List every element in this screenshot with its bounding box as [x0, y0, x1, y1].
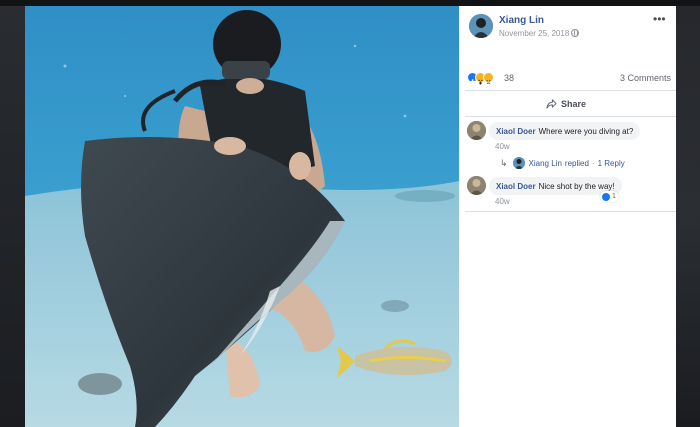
reaction-icons[interactable] [467, 72, 507, 85]
reaction-count[interactable]: 38 [504, 73, 514, 83]
reply-count[interactable]: 1 Reply [598, 159, 625, 168]
post-side-panel [459, 6, 676, 427]
underwater-photo-illustration [25, 6, 459, 427]
sad-face-glyph [486, 80, 491, 84]
reply-author-avatar [512, 157, 525, 169]
comments-count-link[interactable]: 3 Comments [620, 73, 671, 83]
commenter-avatar-image [467, 176, 486, 195]
reply-arrow-icon: ↳ [500, 157, 508, 168]
author-avatar-image [469, 14, 493, 38]
share-label: Share [561, 99, 587, 109]
globe-icon [571, 29, 579, 37]
comment-time[interactable]: 40w [495, 142, 510, 151]
author-name[interactable]: Xiang Lin [499, 15, 544, 26]
author-avatar[interactable] [469, 14, 493, 38]
post-date-text[interactable]: November 25, 2018 [499, 29, 569, 38]
more-options-icon[interactable]: ••• [653, 12, 666, 26]
share-arrow-icon [546, 99, 557, 109]
comment-like-badge[interactable]: 1 [600, 191, 619, 202]
comment-like-count: 1 [612, 193, 616, 200]
backdrop-left-edge [0, 0, 25, 427]
post-photo[interactable] [25, 6, 459, 427]
comment-bubble: Xiaol Doer Where were you diving at? [489, 122, 641, 140]
reactions-divider [465, 90, 676, 91]
comments-end-divider [465, 211, 676, 212]
replies-link[interactable]: ↳ Xiang Lin replied · 1 Reply [500, 157, 625, 169]
actions-divider [465, 116, 676, 117]
reply-separator: · [591, 158, 595, 168]
like-icon [602, 192, 610, 201]
reply-avatar-image [512, 157, 525, 169]
comment-text: Nice shot by the way! [538, 181, 615, 191]
commenter-avatar[interactable] [467, 121, 486, 140]
commenter-avatar[interactable] [467, 176, 486, 195]
post-date[interactable]: November 25, 2018 · [499, 29, 574, 38]
sad-icon [483, 72, 494, 84]
comment-text: Where were you diving at? [538, 126, 634, 136]
reply-action: replied [564, 158, 589, 168]
comment-author[interactable]: Xiaol Doer [496, 182, 536, 191]
backdrop-right-edge [676, 0, 700, 427]
comment-author[interactable]: Xiaol Doer [496, 127, 536, 136]
share-button[interactable]: Share [546, 97, 586, 111]
comment-time[interactable]: 40w [495, 197, 510, 206]
reply-author[interactable]: Xiang Lin [529, 159, 562, 168]
commenter-avatar-image [467, 121, 486, 140]
